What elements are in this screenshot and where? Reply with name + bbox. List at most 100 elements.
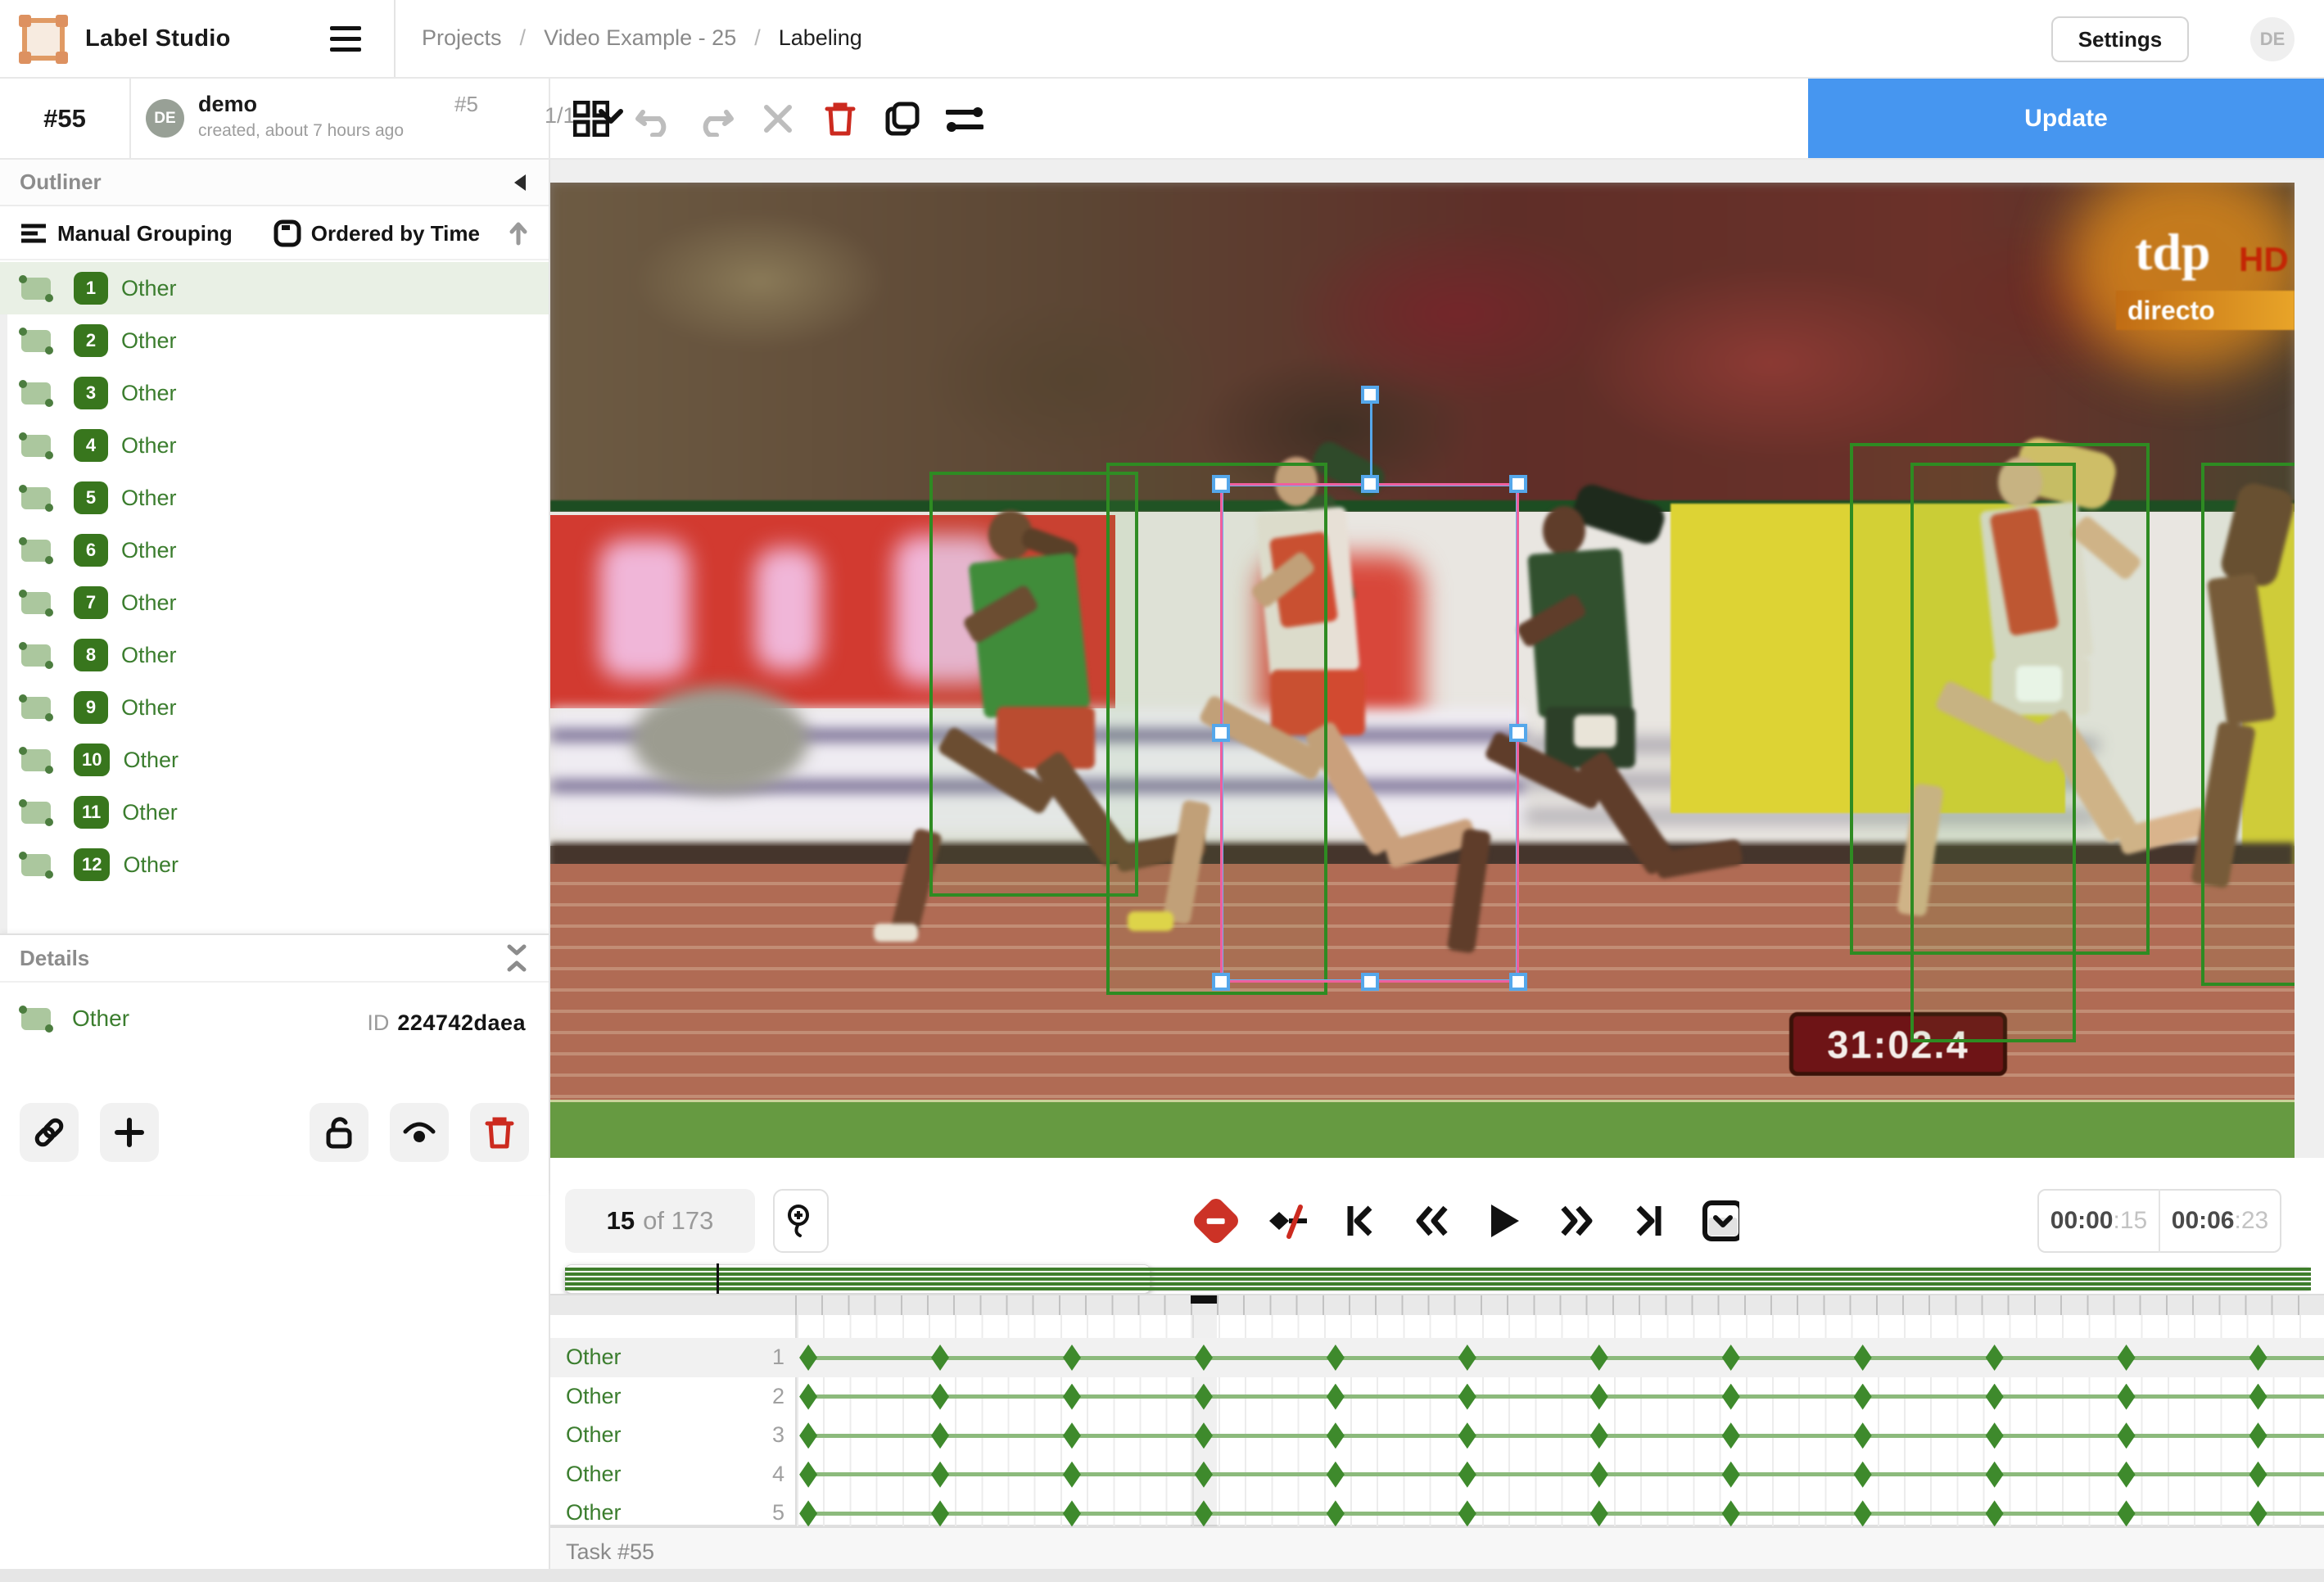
- sidebar-region-row[interactable]: 10 Other: [0, 734, 549, 786]
- rewind-button[interactable]: [1413, 1202, 1451, 1240]
- keyframe-diamond[interactable]: [931, 1461, 950, 1488]
- keyframe-diamond[interactable]: [931, 1345, 950, 1371]
- keyframe-diamond[interactable]: [1326, 1500, 1345, 1527]
- keyframe-diamond[interactable]: [1721, 1500, 1740, 1527]
- keyframe-diamond[interactable]: [1458, 1422, 1476, 1449]
- sidebar-region-row[interactable]: 7 Other: [0, 576, 549, 629]
- keyframe-diamond[interactable]: [2117, 1422, 2136, 1449]
- keyframe-diamond[interactable]: [2249, 1383, 2267, 1410]
- keyframe-diamond[interactable]: [1589, 1500, 1608, 1527]
- keyframe-diamond[interactable]: [1985, 1422, 2004, 1449]
- keyframe-diamond[interactable]: [1326, 1422, 1345, 1449]
- breadcrumb-projects[interactable]: Projects: [422, 25, 502, 50]
- skip-to-start-button[interactable]: [1341, 1202, 1379, 1240]
- keyframe-diamond[interactable]: [1194, 1422, 1213, 1449]
- timeline-row[interactable]: Other 3: [550, 1416, 2324, 1455]
- keyframe-diamond[interactable]: [1589, 1345, 1608, 1371]
- play-button[interactable]: [1485, 1202, 1523, 1240]
- keyframe-diamond[interactable]: [1194, 1461, 1213, 1488]
- fast-forward-button[interactable]: [1558, 1202, 1595, 1240]
- sidebar-region-row[interactable]: 12 Other: [0, 838, 549, 891]
- sidebar-region-row[interactable]: 8 Other: [0, 629, 549, 681]
- resize-handle-n[interactable]: [1360, 475, 1379, 493]
- keyframe-diamond[interactable]: [1458, 1345, 1476, 1371]
- delete-region-button[interactable]: [470, 1103, 529, 1162]
- user-avatar[interactable]: DE: [2250, 17, 2295, 61]
- toggle-interpolation-button[interactable]: [1269, 1202, 1307, 1240]
- keyframe-diamond[interactable]: [1721, 1422, 1740, 1449]
- copy-annotation-icon[interactable]: [883, 99, 922, 138]
- keyframe-diamond[interactable]: [2117, 1461, 2136, 1488]
- sidebar-region-row[interactable]: 3 Other: [0, 367, 549, 419]
- resize-handle-sw[interactable]: [1212, 973, 1230, 991]
- keyframe-diamond[interactable]: [799, 1345, 818, 1371]
- settings-button[interactable]: Settings: [2051, 16, 2189, 62]
- keyframe-diamond[interactable]: [1062, 1345, 1081, 1371]
- rotation-handle[interactable]: [1360, 386, 1379, 404]
- keyframe-diamond[interactable]: [1062, 1383, 1081, 1410]
- resize-handle-ne[interactable]: [1509, 475, 1527, 493]
- keyframe-diamond[interactable]: [1194, 1383, 1213, 1410]
- hamburger-menu-icon[interactable]: [330, 25, 363, 54]
- keyframe-diamond[interactable]: [1853, 1500, 1872, 1527]
- sidebar-region-row[interactable]: 4 Other: [0, 419, 549, 472]
- keyframe-diamond[interactable]: [1589, 1422, 1608, 1449]
- add-relation-button[interactable]: [100, 1103, 159, 1162]
- minimap-playhead[interactable]: [717, 1263, 719, 1295]
- keyframe-diamond[interactable]: [2249, 1461, 2267, 1488]
- keyframe-diamond[interactable]: [1853, 1461, 1872, 1488]
- hide-region-button[interactable]: [390, 1103, 449, 1162]
- keyframe-diamond[interactable]: [799, 1500, 818, 1527]
- keyframe-diamond[interactable]: [2249, 1422, 2267, 1449]
- keyframe-diamond[interactable]: [931, 1500, 950, 1527]
- horizontal-scrollbar[interactable]: [0, 1569, 2324, 1582]
- annotation-selector[interactable]: DE demo created, about 7 hours ago #5 1/…: [131, 79, 623, 158]
- sidebar-region-row[interactable]: 2 Other: [0, 314, 549, 367]
- skip-to-end-button[interactable]: [1630, 1202, 1667, 1240]
- keyframe-diamond[interactable]: [1853, 1345, 1872, 1371]
- keyframe-diamond[interactable]: [2117, 1500, 2136, 1527]
- keyframe-diamond[interactable]: [1589, 1461, 1608, 1488]
- breadcrumb-project[interactable]: Video Example - 25: [544, 25, 736, 50]
- bbox-region-4[interactable]: [1910, 463, 2076, 1042]
- keyframe-diamond[interactable]: [1458, 1500, 1476, 1527]
- timeline-ruler[interactable]: [550, 1294, 2324, 1317]
- keyframe-diamond[interactable]: [2249, 1500, 2267, 1527]
- keyframe-diamond[interactable]: [1326, 1345, 1345, 1371]
- order-select[interactable]: Ordered by Time: [311, 221, 480, 246]
- resize-handle-e[interactable]: [1509, 724, 1527, 742]
- keyframe-diamond[interactable]: [1062, 1422, 1081, 1449]
- bbox-region-selected[interactable]: [1212, 386, 1527, 991]
- sidebar-region-row[interactable]: 9 Other: [0, 681, 549, 734]
- sort-direction-icon[interactable]: [508, 220, 529, 246]
- keyframe-diamond[interactable]: [1985, 1461, 2004, 1488]
- collapse-details-icon[interactable]: [504, 942, 529, 974]
- lock-region-button[interactable]: [310, 1103, 368, 1162]
- keyframe-diamond[interactable]: [931, 1422, 950, 1449]
- undo-icon[interactable]: [634, 99, 673, 138]
- update-button[interactable]: Update: [1808, 79, 2324, 158]
- timeline-row[interactable]: Other 2: [550, 1377, 2324, 1417]
- keyframe-diamond[interactable]: [1326, 1461, 1345, 1488]
- timeline-minimap[interactable]: [565, 1263, 2311, 1295]
- keyframe-diamond[interactable]: [2117, 1345, 2136, 1371]
- keyframe-diamond[interactable]: [1458, 1383, 1476, 1410]
- keyframe-diamond[interactable]: [1985, 1500, 2004, 1527]
- grouping-select[interactable]: Manual Grouping: [57, 221, 233, 246]
- sidebar-region-row[interactable]: 11 Other: [0, 786, 549, 838]
- keyframe-diamond[interactable]: [1721, 1461, 1740, 1488]
- keyframe-diamond[interactable]: [1194, 1500, 1213, 1527]
- keyframe-diamond[interactable]: [1194, 1345, 1213, 1371]
- collapse-panel-icon[interactable]: [511, 172, 529, 193]
- keyframe-diamond[interactable]: [1985, 1345, 2004, 1371]
- collapse-timeline-button[interactable]: [1702, 1200, 1739, 1241]
- keyframe-diamond[interactable]: [1589, 1383, 1608, 1410]
- keyframe-diamond[interactable]: [799, 1422, 818, 1449]
- keyframe-diamond[interactable]: [1458, 1461, 1476, 1488]
- resize-handle-w[interactable]: [1212, 724, 1230, 742]
- redo-icon[interactable]: [696, 99, 735, 138]
- sidebar-region-row[interactable]: 5 Other: [0, 472, 549, 524]
- video-canvas[interactable]: 31:02.4 tdp HD directo: [550, 183, 2295, 1158]
- keyframe-diamond[interactable]: [1853, 1383, 1872, 1410]
- view-all-icon[interactable]: [572, 99, 611, 138]
